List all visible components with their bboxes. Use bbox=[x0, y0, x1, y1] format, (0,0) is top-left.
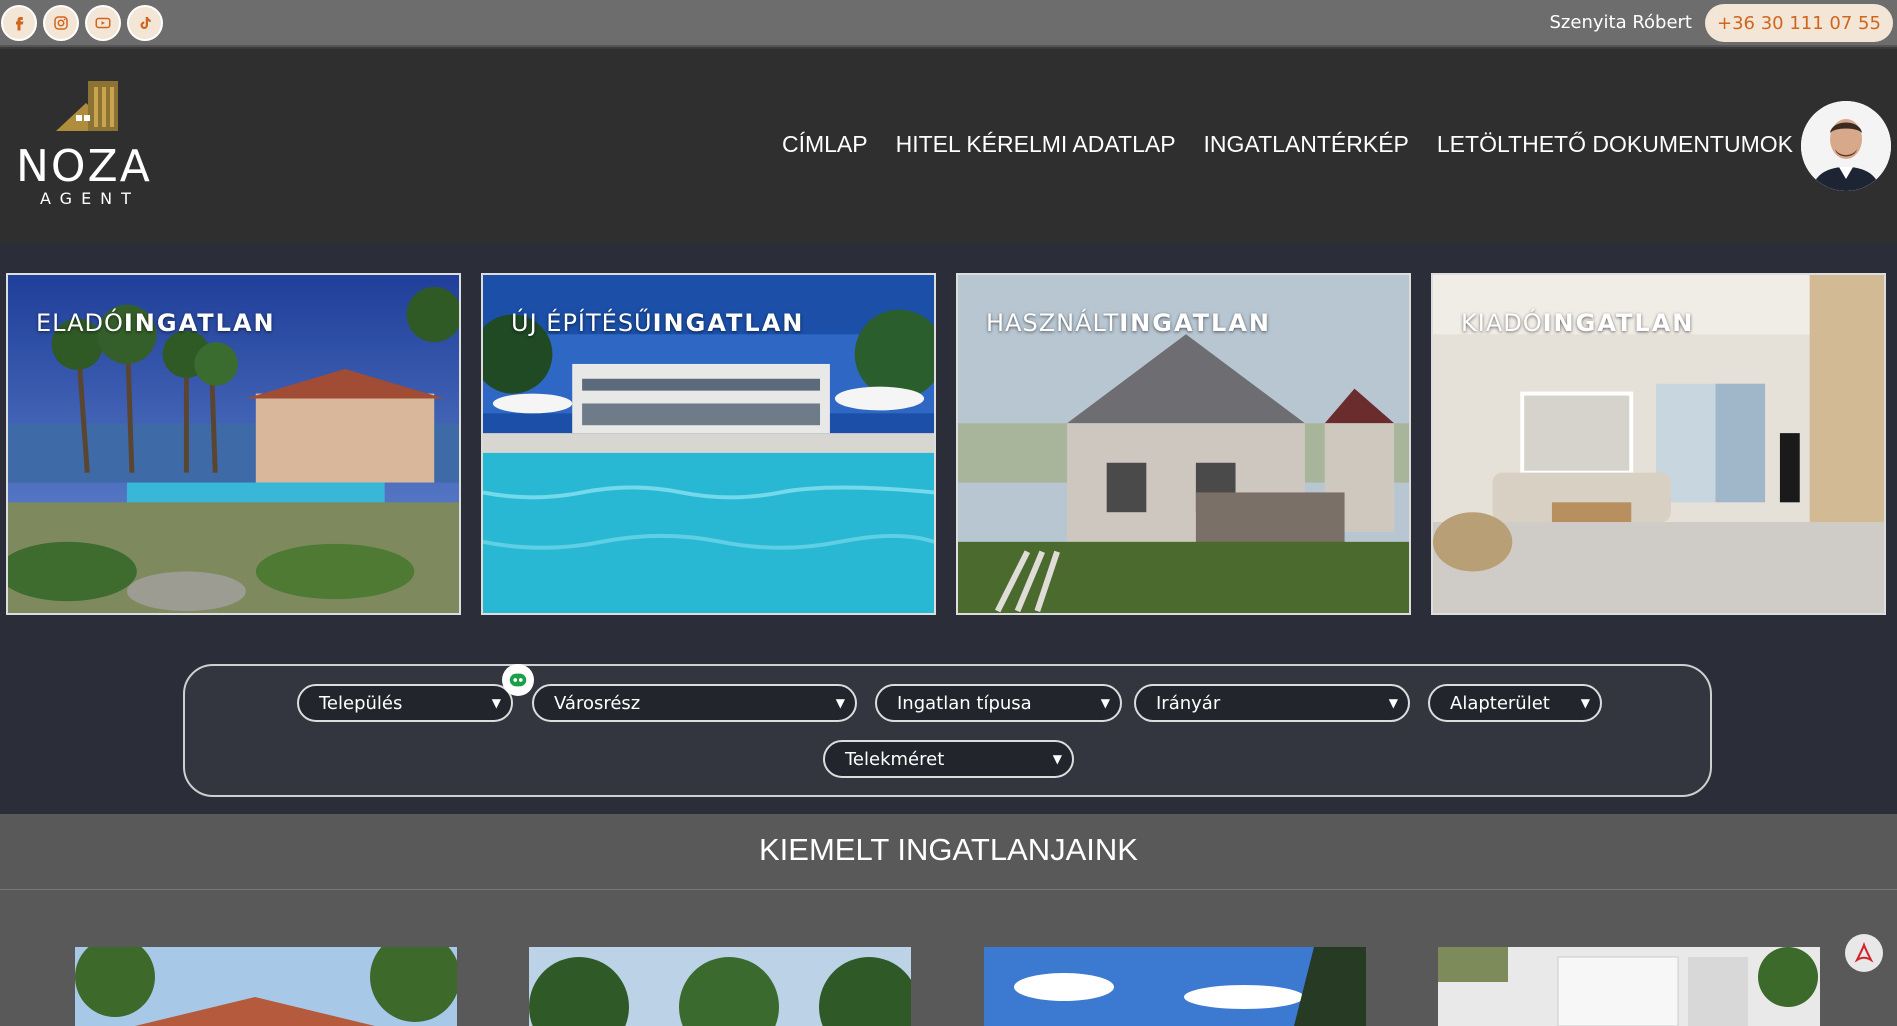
featured-listings bbox=[0, 890, 1897, 1026]
select-telepules[interactable]: Település ▼ bbox=[297, 684, 513, 722]
category-card-elado[interactable]: ELADÓINGATLAN bbox=[6, 273, 461, 615]
nav-ingatlanterkep[interactable]: INGATLANTÉRKÉP bbox=[1204, 131, 1409, 158]
chevron-down-icon: ▼ bbox=[491, 696, 501, 710]
noza-logo[interactable]: NOZA AGENT bbox=[16, 81, 176, 208]
chevron-down-icon: ▼ bbox=[1052, 752, 1062, 766]
listing-card[interactable] bbox=[75, 947, 457, 1026]
phone-button[interactable]: +36 30 111 07 55 bbox=[1705, 4, 1893, 42]
listing-image bbox=[529, 947, 911, 1026]
search-filter: Település ▼ Városrész ▼ Ingatlan típusa ▼ I… bbox=[183, 664, 1712, 797]
chevron-down-icon: ▼ bbox=[835, 696, 845, 710]
nav-letoltheto-dokumentumok[interactable]: LETÖLTHETŐ DOKUMENTUMOK bbox=[1437, 131, 1793, 158]
logo-subtitle: AGENT bbox=[40, 189, 140, 208]
category-card-uj-epitesu[interactable]: ÚJ ÉPÍTÉSŰINGATLAN bbox=[481, 273, 936, 615]
nav-cimlap[interactable]: CÍMLAP bbox=[782, 131, 868, 158]
listing-card[interactable] bbox=[529, 947, 911, 1026]
site-header: NOZA AGENT CÍMLAP HITEL KÉRELMI ADATLAP … bbox=[0, 49, 1897, 243]
category-title: ÚJ ÉPÍTÉSŰINGATLAN bbox=[511, 309, 805, 337]
listing-card[interactable] bbox=[1438, 947, 1820, 1026]
listing-image bbox=[75, 947, 457, 1026]
youtube-icon[interactable] bbox=[85, 5, 121, 41]
tiktok-icon[interactable] bbox=[127, 5, 163, 41]
featured-section-header: KIEMELT INGATLANJAINK bbox=[0, 814, 1897, 890]
category-title: KIADÓINGATLAN bbox=[1461, 309, 1695, 337]
select-varosresz[interactable]: Városrész ▼ bbox=[532, 684, 857, 722]
logo-name: NOZA bbox=[16, 141, 152, 192]
category-card-kiado[interactable]: KIADÓINGATLAN bbox=[1431, 273, 1886, 615]
house-logo-icon bbox=[56, 81, 118, 131]
listing-image bbox=[1438, 947, 1820, 1026]
featured-title: KIEMELT INGATLANJAINK bbox=[759, 832, 1138, 867]
chat-widget-icon[interactable] bbox=[502, 664, 534, 696]
chevron-down-icon: ▼ bbox=[1580, 696, 1590, 710]
facebook-icon[interactable] bbox=[1, 5, 37, 41]
pdf-icon[interactable] bbox=[1845, 934, 1883, 972]
chevron-down-icon: ▼ bbox=[1100, 696, 1110, 710]
select-iranyar[interactable]: Irányár ▼ bbox=[1134, 684, 1410, 722]
category-card-hasznalt[interactable]: HASZNÁLTINGATLAN bbox=[956, 273, 1411, 615]
category-title: HASZNÁLTINGATLAN bbox=[986, 309, 1271, 337]
instagram-icon[interactable] bbox=[43, 5, 79, 41]
nav-hitel-kerelmi-adatlap[interactable]: HITEL KÉRELMI ADATLAP bbox=[896, 131, 1176, 158]
agent-name: Szenyita Róbert bbox=[1549, 12, 1693, 33]
agent-avatar[interactable] bbox=[1801, 101, 1891, 191]
chevron-down-icon: ▼ bbox=[1388, 696, 1398, 710]
select-ingatlan-tipusa[interactable]: Ingatlan típusa ▼ bbox=[875, 684, 1122, 722]
listing-card[interactable] bbox=[984, 947, 1366, 1026]
select-alapterulet[interactable]: Alapterület ▼ bbox=[1428, 684, 1602, 722]
listing-image bbox=[984, 947, 1366, 1026]
top-bar: Szenyita Róbert +36 30 111 07 55 bbox=[0, 0, 1897, 47]
category-section: ELADÓINGATLAN ÚJ ÉPÍTÉSŰINGATLAN HASZNÁL… bbox=[0, 243, 1897, 814]
select-telekmeret[interactable]: Telekméret ▼ bbox=[823, 740, 1074, 778]
category-title: ELADÓINGATLAN bbox=[36, 309, 276, 337]
main-nav: CÍMLAP HITEL KÉRELMI ADATLAP INGATLANTÉR… bbox=[782, 131, 1793, 158]
